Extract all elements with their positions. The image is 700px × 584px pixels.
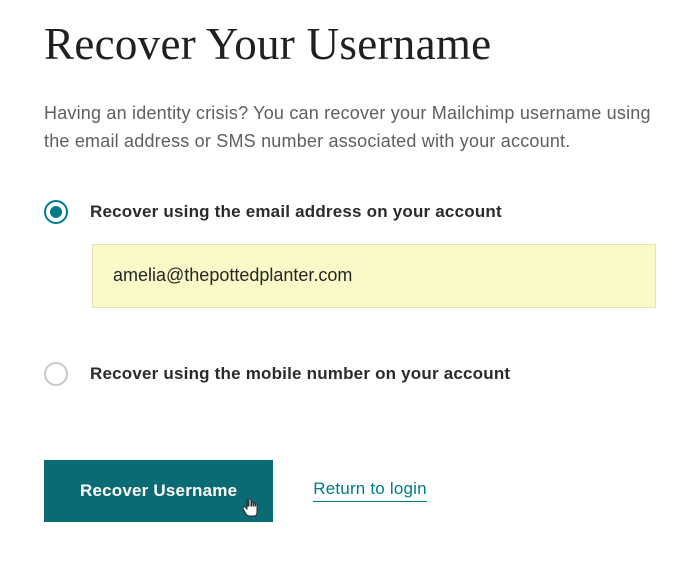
cursor-pointer-icon	[241, 496, 261, 518]
return-to-login-link[interactable]: Return to login	[313, 479, 427, 502]
option-email-row: Recover using the email address on your …	[44, 200, 656, 224]
recover-username-button-label: Recover Username	[80, 481, 237, 500]
option-mobile-row: Recover using the mobile number on your …	[44, 362, 656, 386]
actions-row: Recover Username Return to login	[44, 460, 656, 522]
recover-username-button[interactable]: Recover Username	[44, 460, 273, 522]
radio-email[interactable]	[44, 200, 68, 224]
radio-mobile[interactable]	[44, 362, 68, 386]
email-input-wrap	[92, 244, 656, 308]
option-email-label[interactable]: Recover using the email address on your …	[90, 202, 502, 222]
email-input[interactable]	[92, 244, 656, 308]
page-title: Recover Your Username	[44, 18, 656, 70]
option-mobile-label[interactable]: Recover using the mobile number on your …	[90, 364, 510, 384]
intro-text: Having an identity crisis? You can recov…	[44, 100, 656, 156]
